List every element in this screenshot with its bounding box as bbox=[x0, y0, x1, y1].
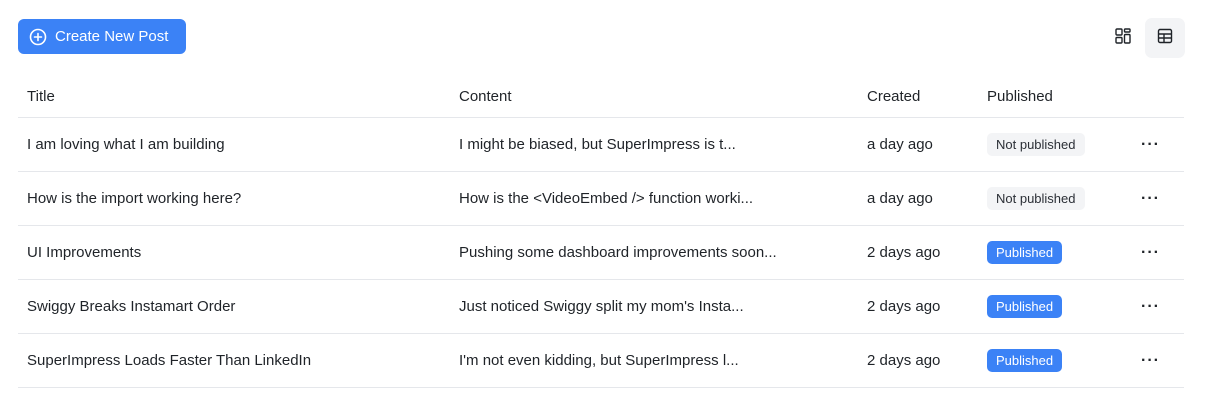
table-header-row: Title Content Created Published bbox=[18, 75, 1184, 118]
post-content: How is the <VideoEmbed /> function worki… bbox=[459, 190, 754, 207]
grid-view-icon bbox=[1114, 27, 1132, 50]
post-title: I am loving what I am building bbox=[27, 136, 225, 153]
post-content: Pushing some dashboard improvements soon… bbox=[459, 244, 777, 261]
table-row[interactable]: Swiggy Breaks Instamart Order Just notic… bbox=[18, 280, 1184, 334]
post-title: Swiggy Breaks Instamart Order bbox=[27, 298, 236, 315]
header-title: Title bbox=[27, 87, 55, 105]
header-content: Content bbox=[459, 87, 512, 105]
row-actions-menu[interactable]: ··· bbox=[1141, 244, 1160, 262]
table-view-icon bbox=[1156, 27, 1174, 50]
post-created: 2 days ago bbox=[867, 244, 941, 261]
table-row[interactable]: UI Improvements Pushing some dashboard i… bbox=[18, 226, 1184, 280]
create-new-post-label: Create New Post bbox=[55, 28, 169, 45]
create-new-post-button[interactable]: Create New Post bbox=[18, 19, 186, 54]
table-row[interactable]: SuperImpress Loads Faster Than LinkedIn … bbox=[18, 334, 1184, 388]
status-badge: Published bbox=[987, 349, 1063, 372]
post-created: a day ago bbox=[867, 190, 933, 207]
status-badge: Not published bbox=[987, 187, 1085, 210]
row-actions-menu[interactable]: ··· bbox=[1141, 298, 1160, 316]
grid-view-button[interactable] bbox=[1103, 18, 1143, 58]
view-toggle bbox=[1103, 18, 1185, 58]
post-content: I might be biased, but SuperImpress is t… bbox=[459, 136, 736, 153]
post-title: UI Improvements bbox=[27, 244, 142, 261]
post-title: How is the import working here? bbox=[27, 190, 242, 207]
table-view-button[interactable] bbox=[1145, 18, 1185, 58]
header-published: Published bbox=[987, 87, 1053, 105]
post-title: SuperImpress Loads Faster Than LinkedIn bbox=[27, 352, 312, 369]
post-created: 2 days ago bbox=[867, 352, 941, 369]
row-actions-menu[interactable]: ··· bbox=[1141, 136, 1160, 154]
status-badge: Published bbox=[987, 241, 1063, 264]
row-actions-menu[interactable]: ··· bbox=[1141, 352, 1160, 370]
status-badge: Not published bbox=[987, 133, 1085, 156]
post-created: 2 days ago bbox=[867, 298, 941, 315]
post-content: Just noticed Swiggy split my mom's Insta… bbox=[459, 298, 744, 315]
table-row[interactable]: How is the import working here? How is t… bbox=[18, 172, 1184, 226]
header-created: Created bbox=[867, 87, 921, 105]
table-row[interactable]: I am loving what I am building I might b… bbox=[18, 118, 1184, 172]
plus-circle-icon bbox=[29, 28, 47, 46]
status-badge: Published bbox=[987, 295, 1063, 318]
posts-table: Title Content Created Published I am lov… bbox=[18, 75, 1184, 388]
row-actions-menu[interactable]: ··· bbox=[1141, 190, 1160, 208]
post-content: I'm not even kidding, but SuperImpress l… bbox=[459, 352, 739, 369]
post-created: a day ago bbox=[867, 136, 933, 153]
